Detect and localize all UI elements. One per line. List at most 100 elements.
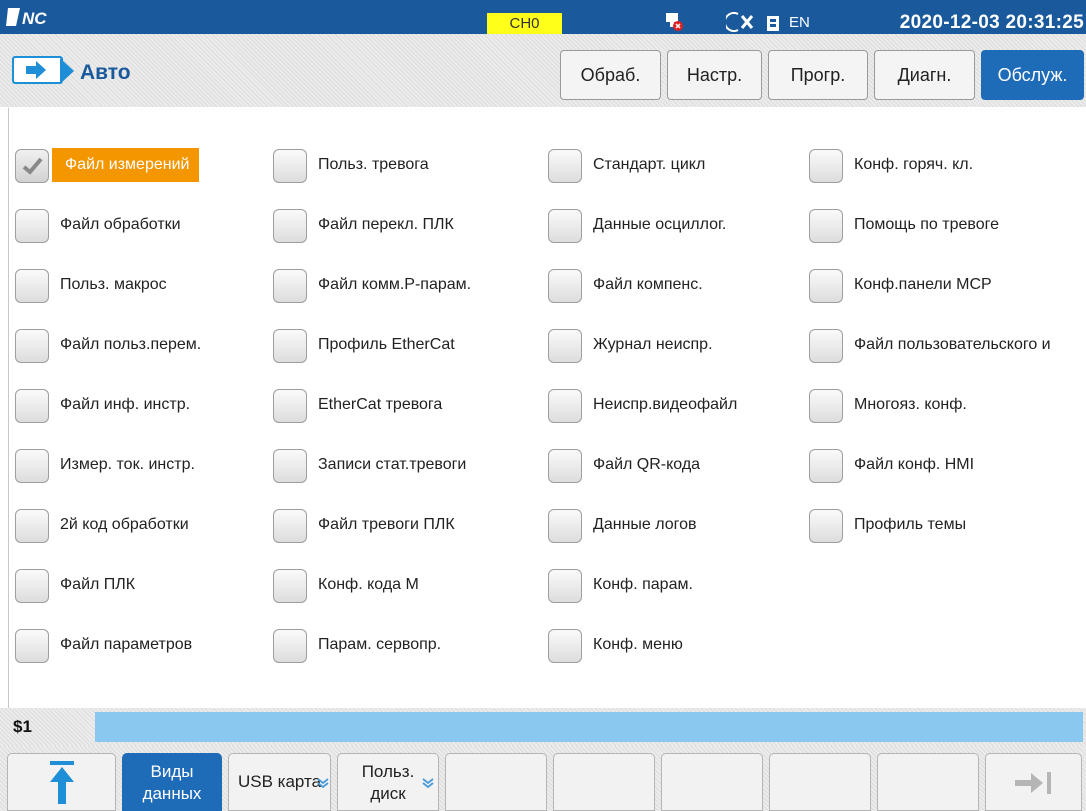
softkey-empty-9[interactable] (877, 753, 979, 811)
list-item[interactable]: Файл перекл. ПЛК (273, 208, 523, 244)
data-views-button[interactable]: Виды данных (122, 753, 222, 811)
list-item[interactable]: Файл QR-кода (548, 448, 788, 484)
list-item[interactable]: Данные логов (548, 508, 788, 544)
list-item[interactable]: Файл обработки (15, 208, 245, 244)
list-item[interactable]: Файл польз.перем. (15, 328, 245, 364)
list-item[interactable]: Файл компенс. (548, 268, 788, 304)
list-item[interactable]: Файл комм.P-парам. (273, 268, 523, 304)
checkbox[interactable] (15, 449, 49, 483)
list-item[interactable]: Файл измерений (15, 148, 245, 184)
list-item[interactable]: Конф. меню (548, 628, 788, 664)
checkbox[interactable] (273, 389, 307, 423)
list-item[interactable]: Файл пользовательского и (809, 328, 1080, 364)
checkbox[interactable] (273, 329, 307, 363)
softkey-empty-6[interactable] (553, 753, 655, 811)
checkbox[interactable] (548, 509, 582, 543)
checkbox[interactable] (15, 569, 49, 603)
tab-setup[interactable]: Настр. (667, 50, 762, 100)
checkbox[interactable] (809, 209, 843, 243)
list-item[interactable]: EtherCat тревога (273, 388, 523, 424)
checkbox[interactable] (273, 149, 307, 183)
item-label: Файл тревоги ПЛК (318, 516, 455, 533)
checkbox[interactable] (15, 269, 49, 303)
tab-maintenance[interactable]: Обслуж. (981, 50, 1084, 100)
item-label: Конф. кода М (318, 576, 419, 593)
checkbox[interactable] (548, 269, 582, 303)
channel-indicator: CH0 (487, 13, 562, 34)
upload-button[interactable] (7, 753, 116, 811)
softkey-label-line2: данных (142, 784, 202, 803)
checkbox[interactable] (273, 209, 307, 243)
item-label: Парам. сервопр. (318, 636, 442, 653)
checkbox[interactable] (548, 569, 582, 603)
checkbox[interactable] (809, 449, 843, 483)
checkbox[interactable] (273, 509, 307, 543)
item-label: Файл параметров (60, 636, 193, 653)
list-item[interactable]: Файл тревоги ПЛК (273, 508, 523, 544)
list-item[interactable]: Файл параметров (15, 628, 245, 664)
list-item[interactable]: Файл инф. инстр. (15, 388, 245, 424)
list-item[interactable]: Помощь по тревоге (809, 208, 1080, 244)
list-item[interactable]: Журнал неиспр. (548, 328, 788, 364)
mode-indicator (12, 56, 63, 84)
next-page-button[interactable] (985, 753, 1082, 811)
checkbox[interactable] (273, 449, 307, 483)
checkbox[interactable] (548, 629, 582, 663)
usb-card-button[interactable]: USB карта (228, 753, 331, 811)
checkbox[interactable] (15, 629, 49, 663)
softkey-empty-8[interactable] (769, 753, 871, 811)
checkbox[interactable] (809, 329, 843, 363)
list-item[interactable]: Конф. горяч. кл. (809, 148, 1080, 184)
list-item[interactable]: Конф.панели MCP (809, 268, 1080, 304)
softkey-empty-7[interactable] (661, 753, 763, 811)
softkey-empty-5[interactable] (445, 753, 547, 811)
list-item[interactable]: Профиль темы (809, 508, 1080, 544)
checkbox[interactable] (548, 329, 582, 363)
tab-diagnostics[interactable]: Диагн. (874, 50, 975, 100)
list-item[interactable]: Конф. парам. (548, 568, 788, 604)
list-item[interactable]: Конф. кода М (273, 568, 523, 604)
list-item[interactable]: 2й код обработки (15, 508, 245, 544)
checkbox[interactable] (809, 149, 843, 183)
list-item[interactable]: Неиспр.видеофайл (548, 388, 788, 424)
checkbox[interactable] (548, 209, 582, 243)
list-item[interactable]: Записи стат.тревоги (273, 448, 523, 484)
list-item[interactable]: Файл конф. HMI (809, 448, 1080, 484)
list-item[interactable]: Многояз. конф. (809, 388, 1080, 424)
list-item[interactable]: Стандарт. цикл (548, 148, 788, 184)
tab-processing[interactable]: Обраб. (560, 50, 661, 100)
checkbox[interactable] (548, 389, 582, 423)
arrow-right-icon (26, 61, 46, 79)
list-item[interactable]: Парам. сервопр. (273, 628, 523, 664)
checkbox[interactable] (15, 209, 49, 243)
user-disk-button[interactable]: Польз. диск (337, 753, 439, 811)
language-indicator[interactable]: EN (789, 14, 810, 31)
item-label: Профиль EtherCat (318, 336, 455, 353)
checkbox[interactable] (273, 569, 307, 603)
next-page-icon (1014, 772, 1051, 794)
close-icon[interactable] (726, 12, 758, 32)
checkbox[interactable] (548, 449, 582, 483)
checkbox[interactable] (15, 389, 49, 423)
item-label: Конф. парам. (593, 576, 693, 593)
list-item[interactable]: Польз. макрос (15, 268, 245, 304)
item-label: 2й код обработки (60, 516, 189, 533)
checkbox[interactable] (809, 389, 843, 423)
list-item[interactable]: Польз. тревога (273, 148, 523, 184)
command-input[interactable] (95, 712, 1083, 742)
checkbox[interactable] (273, 269, 307, 303)
item-label: Файл измерений (52, 148, 200, 182)
checkbox[interactable] (809, 509, 843, 543)
checkbox[interactable] (15, 509, 49, 543)
list-item[interactable]: Измер. ток. инстр. (15, 448, 245, 484)
checkbox[interactable] (548, 149, 582, 183)
list-item[interactable]: Файл ПЛК (15, 568, 245, 604)
checkbox[interactable] (15, 329, 49, 363)
list-item[interactable]: Профиль EtherCat (273, 328, 523, 364)
checkbox[interactable] (273, 629, 307, 663)
checkbox[interactable] (809, 269, 843, 303)
checkbox[interactable] (15, 149, 49, 183)
tab-program[interactable]: Прогр. (768, 50, 868, 100)
list-item[interactable]: Данные осциллог. (548, 208, 788, 244)
item-label: Файл компенс. (593, 276, 703, 293)
